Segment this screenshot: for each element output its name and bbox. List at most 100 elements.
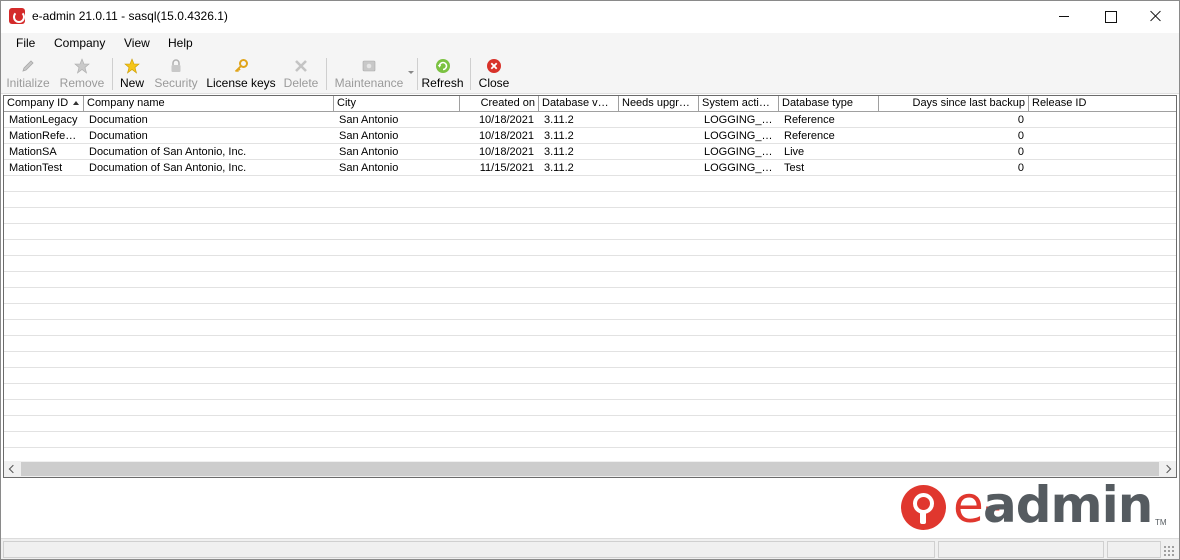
menu-company[interactable]: Company	[54, 36, 105, 50]
row-gridline	[4, 335, 1176, 336]
scroll-left-icon[interactable]	[4, 461, 20, 477]
maximize-button[interactable]	[1087, 1, 1133, 31]
cell-company-name: Documation	[89, 114, 148, 126]
cell-needs-upgrade	[619, 112, 699, 128]
close-icon	[487, 59, 501, 73]
menu-file[interactable]: File	[16, 36, 35, 50]
row-gridline	[4, 367, 1176, 368]
cell-database-version: 3.11.2	[544, 114, 574, 126]
title-bar: e-admin 21.0.11 - sasql(15.0.4326.1)	[1, 1, 1179, 32]
cell-city: San Antonio	[339, 114, 399, 126]
logo-trademark: TM	[1155, 518, 1167, 527]
column-header-days-since-backup[interactable]: Days since last backup	[879, 96, 1029, 112]
remove-button[interactable]: Remove	[57, 56, 107, 92]
key-icon	[234, 59, 248, 73]
window-title: e-admin 21.0.11 - sasql(15.0.4326.1)	[32, 9, 228, 23]
menu-help[interactable]: Help	[168, 36, 193, 50]
row-gridline	[4, 207, 1176, 208]
column-header-database-type[interactable]: Database type	[779, 96, 879, 112]
toolbar-separator	[326, 58, 327, 90]
cell-needs-upgrade	[619, 144, 699, 160]
refresh-button[interactable]: Refresh	[420, 56, 465, 92]
close-window-button[interactable]	[1133, 1, 1179, 31]
cell-company-id: MationTest	[9, 162, 63, 174]
cell-company-id: MationSA	[9, 146, 57, 158]
refresh-label: Refresh	[421, 76, 464, 90]
cell-city: San Antonio	[339, 162, 399, 174]
toolbar-separator	[470, 58, 471, 90]
initialize-label: Initialize	[6, 76, 50, 90]
security-button[interactable]: Security	[152, 56, 200, 92]
star-icon	[124, 58, 140, 74]
table-row[interactable]: MationRefe… Documation San Antonio 10/18/20…	[4, 128, 1176, 144]
column-header-city[interactable]: City	[334, 96, 460, 112]
remove-label: Remove	[59, 76, 105, 90]
cell-system-action: LOGGING_…	[704, 130, 773, 142]
resize-grip-icon[interactable]	[1163, 545, 1175, 557]
row-gridline	[4, 223, 1176, 224]
row-gridline	[4, 431, 1176, 432]
company-grid: Company ID Company name City Created on …	[3, 95, 1177, 478]
column-header-created-on[interactable]: Created on	[460, 96, 539, 112]
status-panel-tertiary	[1107, 541, 1161, 558]
license-keys-button[interactable]: License keys	[205, 56, 277, 92]
row-gridline	[4, 351, 1176, 352]
column-header-system-action[interactable]: System acti…	[699, 96, 779, 112]
cell-company-name: Documation	[89, 130, 148, 142]
cell-release-id	[1029, 160, 1176, 176]
grid-rows: MationLegacy Documation San Antonio 10/18/2…	[4, 112, 1176, 464]
database-tool-icon	[362, 60, 376, 72]
horizontal-scrollbar[interactable]	[4, 461, 1176, 477]
scroll-right-icon[interactable]	[1160, 461, 1176, 477]
maintenance-dropdown-arrow-icon[interactable]	[408, 71, 414, 74]
minimize-button[interactable]	[1041, 1, 1087, 31]
status-panel-main	[3, 541, 935, 558]
cell-database-type: Reference	[784, 114, 835, 126]
menu-view[interactable]: View	[124, 36, 150, 50]
close-button[interactable]: Close	[475, 56, 513, 92]
sort-ascending-icon	[73, 101, 79, 105]
cell-created-on: 10/18/2021	[478, 146, 534, 158]
cell-created-on: 10/18/2021	[478, 130, 534, 142]
logo-mark-icon	[901, 485, 946, 530]
menu-bar: File Company View Help	[1, 33, 1179, 54]
column-header-release-id[interactable]: Release ID	[1029, 96, 1176, 112]
new-button[interactable]: New	[116, 56, 148, 92]
table-row[interactable]: MationLegacy Documation San Antonio 10/18/2…	[4, 112, 1176, 128]
cell-release-id	[1029, 144, 1176, 160]
scrollbar-thumb[interactable]	[21, 462, 1159, 476]
license-keys-label: License keys	[206, 76, 276, 90]
maintenance-button[interactable]: Maintenance	[331, 56, 407, 92]
new-label: New	[119, 76, 144, 90]
row-gridline	[4, 271, 1176, 272]
toolbar-separator	[417, 58, 418, 90]
row-gridline	[4, 319, 1176, 320]
column-header-company-name[interactable]: Company name	[84, 96, 334, 112]
column-header-needs-upgrade[interactable]: Needs upgr…	[619, 96, 699, 112]
cell-company-id: MationRefe…	[9, 130, 77, 142]
cell-database-type: Reference	[784, 130, 835, 142]
close-label: Close	[478, 76, 510, 90]
cell-database-type: Test	[784, 162, 805, 174]
app-icon	[9, 8, 25, 24]
delete-button[interactable]: Delete	[281, 56, 321, 92]
cell-release-id	[1029, 112, 1176, 128]
status-bar	[1, 538, 1179, 559]
row-gridline	[4, 303, 1176, 304]
maintenance-label: Maintenance	[334, 76, 404, 90]
cell-company-id: MationLegacy	[9, 114, 78, 126]
app-window: e-admin 21.0.11 - sasql(15.0.4326.1) Fil…	[0, 0, 1180, 560]
table-row[interactable]: MationTest Documation of San Antonio, Inc…	[4, 160, 1176, 176]
lock-icon	[171, 59, 181, 72]
pencil-icon	[22, 60, 34, 72]
table-row[interactable]: MationSA Documation of San Antonio, Inc. S…	[4, 144, 1176, 160]
cell-system-action: LOGGING_…	[704, 162, 773, 174]
row-gridline	[4, 383, 1176, 384]
column-header-database-version[interactable]: Database v…	[539, 96, 619, 112]
initialize-button[interactable]: Initialize	[3, 56, 53, 92]
toolbar-separator	[112, 58, 113, 90]
cell-days-since-backup: 0	[1017, 114, 1024, 126]
cell-company-name: Documation of San Antonio, Inc.	[89, 146, 247, 158]
row-gridline	[4, 287, 1176, 288]
column-header-company-id[interactable]: Company ID	[4, 96, 84, 112]
